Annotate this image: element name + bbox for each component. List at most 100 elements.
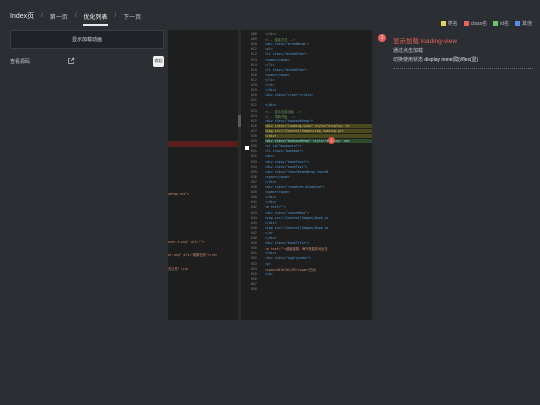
code-line: <img src="/Content/Images/img_loading.gi… — [265, 128, 344, 133]
legend-label: 类名 — [447, 21, 458, 27]
line-number: 658 — [251, 287, 257, 291]
breadcrumb-separator: / — [74, 13, 77, 19]
line-number: 622 — [251, 103, 257, 108]
line-number: 650 — [251, 246, 257, 251]
demo-title-box[interactable]: 显示加载动画 — [10, 30, 164, 49]
line-number: 610 — [251, 42, 257, 47]
legend-swatch — [493, 21, 499, 26]
code-line: </a> — [265, 230, 273, 235]
line-number: 630 — [251, 144, 257, 149]
code-line: <span></span> — [265, 190, 290, 195]
code-line: </div> — [265, 32, 277, 36]
line-number: 632 — [251, 154, 257, 159]
breakpoint-marker — [245, 146, 249, 150]
code-line: </div> — [265, 236, 277, 240]
code-line: </p> — [265, 271, 273, 276]
legend-label: 其他 — [521, 21, 532, 27]
line-number: 644 — [251, 215, 257, 220]
code-line: <div class="bookTest"> — [265, 164, 308, 169]
legend-label: id名 — [500, 21, 509, 27]
code-line: <li class="breadItem"> — [265, 67, 308, 72]
code-line: </div> — [265, 88, 277, 93]
code-line: <div class="clear"></div> — [265, 93, 313, 98]
line-number: 635 — [251, 169, 257, 174]
line-number: 647 — [251, 230, 257, 235]
line-number: 619 — [251, 88, 257, 93]
code-line: <div class="readArea disabled"> — [265, 185, 325, 189]
line-number: 620 — [251, 93, 257, 98]
line-number: 656 — [251, 276, 257, 281]
code-line: <ul> — [265, 47, 273, 52]
external-link-icon[interactable] — [67, 57, 75, 65]
line-number-gutter: 608 609 610 611 612 613 614 615 616 617 618 619 620 6… — [241, 30, 265, 320]
breadcrumb-item-2[interactable]: 优化列表 — [83, 12, 108, 26]
note-divider — [393, 68, 533, 69]
note-title: 显示加载 loading-view — [393, 38, 457, 45]
line-number: 634 — [251, 164, 257, 169]
legend-item: id名 — [493, 20, 509, 27]
view-source-row: 查看源码 收起 — [10, 55, 164, 67]
code-line: <li class="breadItem"> — [265, 52, 308, 57]
collapse-toggle-button[interactable]: 收起 — [153, 55, 164, 67]
note-detail: 切换使用状态 display none(隐)/flex(显) — [393, 56, 478, 63]
line-number: 616 — [251, 72, 257, 77]
line-number: 657 — [251, 281, 257, 286]
line-number: 651 — [251, 251, 257, 256]
breadcrumb-separator: / — [114, 13, 117, 19]
line-number: 645 — [251, 220, 257, 225]
line-number: 636 — [251, 174, 257, 179]
code-line: </div> — [265, 220, 277, 225]
code-line: <div> — [265, 154, 275, 159]
code-left-pane: odrap.css"> over-t.png" alt=""> er.png" al… — [168, 30, 238, 320]
note-description: 通过点击加载 — [393, 48, 424, 54]
line-number: 643 — [251, 210, 257, 215]
line-number: 617 — [251, 77, 257, 82]
code-snippet-left: over-t.png" alt=""> — [168, 240, 205, 244]
code-line: <div class="applyindex"> — [265, 256, 312, 261]
view-source-link[interactable]: 查看源码 — [10, 58, 30, 65]
code-line: <span></span> — [265, 174, 290, 179]
breadcrumb: Index页 / 第一页 / 优化列表 / 下一页 — [10, 10, 141, 26]
code-line: <div class="breadWrap"> — [265, 42, 310, 47]
code-line: </ul> — [265, 83, 275, 87]
note-detail-prefix: 切换使用状态 — [393, 57, 424, 63]
code-line: <div class="loading-view" style="display… — [265, 123, 350, 128]
line-number: 612 — [251, 52, 257, 57]
line-number: 608 — [251, 32, 257, 36]
code-lines: </div> <!-- 结束方式 --> <div class="breadWr… — [265, 30, 372, 320]
code-line: </div> — [265, 179, 277, 184]
code-line: <div class="bookoutWrap"> — [265, 118, 313, 123]
code-line: </div> — [265, 200, 277, 205]
breadcrumb-item-3[interactable]: 下一页 — [123, 12, 141, 21]
line-number: 633 — [251, 159, 257, 164]
code-line: <span></span> — [265, 72, 290, 77]
code-line: </div> — [265, 103, 277, 108]
line-number: 646 — [251, 225, 257, 230]
legend-item: 类名 — [440, 20, 458, 27]
line-number: 611 — [251, 47, 257, 52]
line-number: 627 — [251, 128, 257, 133]
line-number: 618 — [251, 83, 257, 87]
code-line: <p> — [265, 261, 271, 266]
note-detail-value: display none(隐)/flex(显) — [424, 57, 479, 63]
line-number: 624 — [251, 113, 257, 118]
code-line: <a href=""> — [265, 205, 287, 210]
line-number: 621 — [251, 98, 257, 103]
code-line: <div class="bookCover"> — [265, 159, 310, 164]
legend-label: class名 — [470, 21, 488, 27]
highlighted-line-bg — [265, 134, 372, 138]
code-line: <img src="/Content/Images/book_co — [265, 225, 329, 230]
code-line: </div> — [265, 195, 277, 200]
line-number: 653 — [251, 261, 257, 266]
legend-item: 其他 — [514, 20, 532, 27]
code-line: <span></span> — [265, 57, 290, 62]
breadcrumb-home[interactable]: Index页 — [10, 11, 34, 21]
line-number: 614 — [251, 62, 257, 67]
line-number: 613 — [251, 57, 257, 62]
line-number: 637 — [251, 179, 257, 184]
legend-item: class名 — [463, 20, 488, 27]
breadcrumb-item-1[interactable]: 第一页 — [50, 12, 68, 21]
code-line: </div> — [265, 134, 277, 138]
legend-swatch — [514, 21, 520, 26]
code-line: <li class="bookbox"> — [265, 149, 304, 154]
